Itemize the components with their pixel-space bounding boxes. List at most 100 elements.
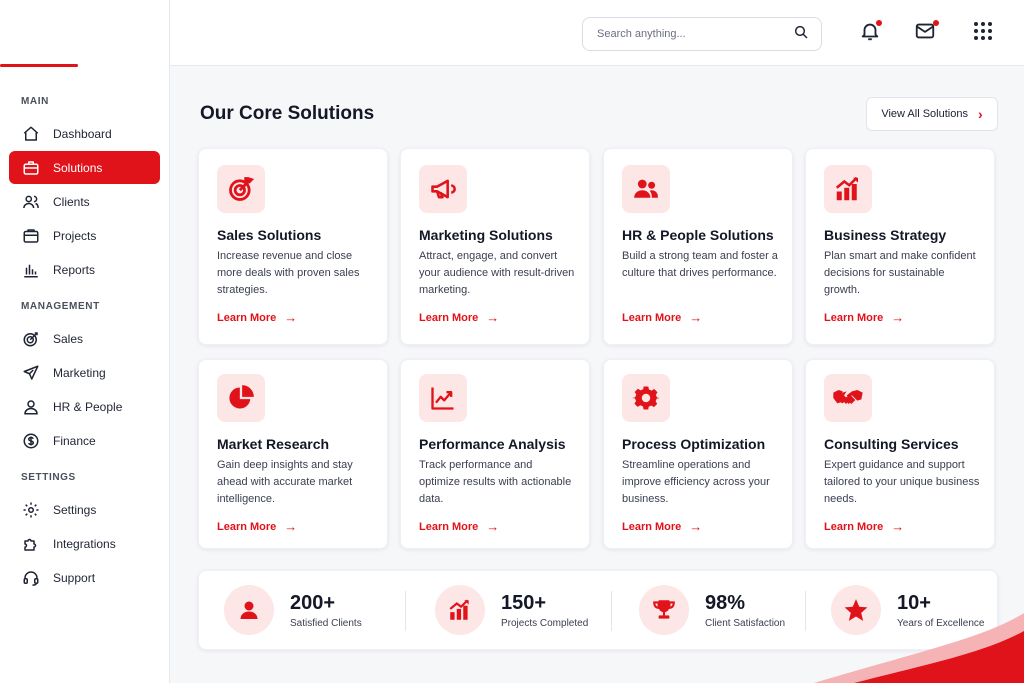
- arrow-right-icon: →: [284, 519, 298, 534]
- target-icon: [21, 329, 41, 349]
- learn-more-link[interactable]: Learn More →: [622, 310, 702, 325]
- card-title: HR & People Solutions: [622, 227, 774, 243]
- card-description: Expert guidance and support tailored to …: [824, 459, 980, 505]
- card-description: Build a strong team and foster a culture…: [622, 250, 778, 279]
- sidebar-item-label: HR & People: [53, 399, 123, 414]
- learn-more-label: Learn More: [217, 311, 277, 324]
- sidebar-item-hr-people[interactable]: HR & People: [9, 390, 160, 423]
- users-icon: [21, 192, 41, 212]
- search-box[interactable]: [582, 17, 822, 51]
- sidebar-item-label: Marketing: [53, 365, 106, 380]
- card-description: Plan smart and make confident decisions …: [824, 250, 976, 296]
- card-title: Performance Analysis: [419, 436, 566, 452]
- sidebar-item-clients[interactable]: Clients: [9, 185, 160, 218]
- sidebar-item-support[interactable]: Support: [9, 561, 160, 594]
- solution-card-market-research[interactable]: Market Research Gain deep insights and s…: [198, 359, 388, 549]
- stat-divider: [611, 591, 612, 631]
- target-icon: [217, 165, 265, 213]
- search-icon[interactable]: [793, 24, 809, 45]
- learn-more-link[interactable]: Learn More →: [622, 519, 702, 534]
- sidebar: MAIN Dashboard Solutions Clients Project…: [0, 0, 170, 683]
- notifications-button[interactable]: [857, 20, 883, 46]
- card-title: Sales Solutions: [217, 227, 322, 243]
- page-title: Our Core Solutions: [200, 103, 375, 124]
- sidebar-item-label: Clients: [53, 194, 90, 209]
- arrow-right-icon: →: [689, 310, 703, 325]
- solution-card-sales[interactable]: Sales Solutions Increase revenue and clo…: [198, 148, 388, 345]
- megaphone-icon: [419, 165, 467, 213]
- learn-more-label: Learn More: [824, 520, 884, 533]
- learn-more-link[interactable]: Learn More →: [419, 519, 499, 534]
- gear-icon: [622, 374, 670, 422]
- apps-menu-button[interactable]: [970, 20, 996, 46]
- logo-area: [0, 0, 169, 67]
- stat-value: 150+: [501, 591, 547, 614]
- handshake-icon: [824, 374, 872, 422]
- solution-card-process-optimization[interactable]: Process Optimization Streamline operatio…: [603, 359, 793, 549]
- card-description: Gain deep insights and stay ahead with a…: [217, 459, 353, 505]
- sidebar-item-integrations[interactable]: Integrations: [9, 527, 160, 560]
- messages-button[interactable]: [912, 20, 939, 46]
- sidebar-item-dashboard[interactable]: Dashboard: [9, 117, 160, 150]
- arrow-right-icon: →: [689, 519, 703, 534]
- card-title: Business Strategy: [824, 227, 947, 243]
- dollar-icon: [21, 431, 41, 451]
- learn-more-label: Learn More: [824, 311, 884, 324]
- sidebar-item-finance[interactable]: Finance: [9, 424, 160, 457]
- bar-chart-icon: [21, 260, 41, 280]
- learn-more-link[interactable]: Learn More →: [824, 519, 904, 534]
- logo-accent-bar: [0, 64, 78, 67]
- learn-more-label: Learn More: [419, 520, 479, 533]
- solution-card-hr-people[interactable]: HR & People Solutions Build a strong tea…: [603, 148, 793, 345]
- user-icon: [224, 585, 274, 635]
- sidebar-item-label: Support: [53, 570, 96, 585]
- view-all-solutions-button[interactable]: View All Solutions ›: [866, 97, 998, 131]
- nav-section-main: MAIN Dashboard Solutions Clients Project…: [0, 91, 169, 286]
- solution-card-business-strategy[interactable]: Business Strategy Plan smart and make co…: [805, 148, 995, 345]
- sidebar-item-label: Settings: [53, 502, 97, 517]
- stat-value: 200+: [290, 591, 336, 614]
- stat-clients: 200+ Satisfied Clients: [224, 585, 362, 635]
- solution-card-consulting-services[interactable]: Consulting Services Expert guidance and …: [805, 359, 995, 549]
- decorative-wave: [814, 613, 1024, 683]
- solution-card-marketing[interactable]: Marketing Solutions Attract, engage, and…: [400, 148, 590, 345]
- solution-card-performance-analysis[interactable]: Performance Analysis Track performance a…: [400, 359, 590, 549]
- folder-icon: [21, 226, 41, 246]
- learn-more-link[interactable]: Learn More →: [419, 310, 499, 325]
- search-input[interactable]: [597, 28, 793, 40]
- sidebar-item-solutions[interactable]: Solutions: [9, 151, 160, 184]
- learn-more-link[interactable]: Learn More →: [217, 519, 297, 534]
- learn-more-link[interactable]: Learn More →: [824, 310, 904, 325]
- arrow-right-icon: →: [891, 519, 905, 534]
- card-description: Attract, engage, and convert your audien…: [419, 250, 575, 296]
- home-icon: [21, 124, 41, 144]
- sidebar-item-settings[interactable]: Settings: [9, 493, 160, 526]
- arrow-right-icon: →: [891, 310, 905, 325]
- sidebar-item-marketing[interactable]: Marketing: [9, 356, 160, 389]
- learn-more-link[interactable]: Learn More →: [217, 310, 297, 325]
- pie-chart-icon: [217, 374, 265, 422]
- card-description: Track performance and optimize results w…: [419, 459, 572, 505]
- sidebar-item-sales[interactable]: Sales: [9, 322, 160, 355]
- stat-label: Client Satisfaction: [705, 617, 786, 629]
- sidebar-item-projects[interactable]: Projects: [9, 219, 160, 252]
- sidebar-item-label: Finance: [53, 433, 96, 448]
- top-bar: [170, 0, 1024, 66]
- briefcase-icon: [21, 158, 41, 178]
- learn-more-label: Learn More: [622, 311, 682, 324]
- arrow-right-icon: →: [486, 519, 500, 534]
- sidebar-item-label: Projects: [53, 228, 97, 243]
- card-title: Market Research: [217, 436, 330, 452]
- sidebar-item-label: Sales: [53, 331, 84, 346]
- sidebar-item-label: Integrations: [53, 536, 116, 551]
- section-title-management: MANAGEMENT: [21, 301, 100, 312]
- card-description: Streamline operations and improve effici…: [622, 459, 770, 505]
- sidebar-item-reports[interactable]: Reports: [9, 253, 160, 286]
- stat-label: Satisfied Clients: [290, 617, 362, 629]
- stat-projects: 150+ Projects Completed: [435, 585, 588, 635]
- sidebar-item-label: Dashboard: [53, 126, 112, 141]
- learn-more-label: Learn More: [217, 520, 277, 533]
- stat-satisfaction: 98% Client Satisfaction: [639, 585, 785, 635]
- growth-chart-icon: [824, 165, 872, 213]
- stat-value: 10+: [897, 591, 931, 614]
